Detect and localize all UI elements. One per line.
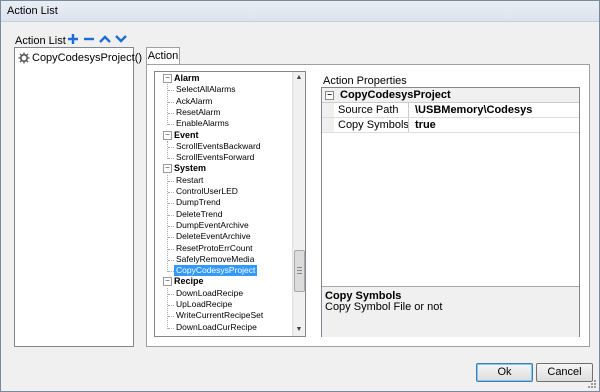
remove-icon[interactable] [82, 32, 96, 46]
property-key: Copy Symbols [338, 119, 409, 131]
tree-item[interactable]: DeleteEventArchive [176, 231, 251, 242]
tree-item[interactable]: DownLoadRecipe [176, 288, 243, 299]
scroll-up-icon[interactable]: ▲ [295, 74, 303, 82]
gear-icon [18, 52, 30, 64]
description-text: Copy Symbol File or not [325, 301, 443, 313]
collapse-icon[interactable]: − [163, 74, 172, 83]
property-group-header[interactable]: − CopyCodesysProject [322, 88, 579, 103]
tree-item[interactable]: UpLoadRecipe [176, 299, 232, 310]
action-list[interactable]: CopyCodesysProject() [14, 47, 142, 347]
tree-category-event[interactable]: Event [174, 130, 199, 141]
property-row-source-path[interactable]: Source Path \USBMemory\Codesys [322, 103, 579, 118]
add-icon[interactable] [66, 32, 80, 46]
property-grid[interactable]: − CopyCodesysProject Source Path \USBMem… [321, 87, 580, 337]
tab-action[interactable]: Action [146, 47, 180, 65]
move-down-icon[interactable] [114, 32, 128, 46]
tree-item[interactable]: SafelyRemoveMedia [176, 254, 254, 265]
tree-item[interactable]: ResetAlarm [176, 107, 220, 118]
property-value[interactable]: true [415, 118, 436, 132]
tree-item[interactable]: Restart [176, 175, 203, 186]
action-list-label: Action List [15, 35, 66, 47]
collapse-icon[interactable]: − [163, 130, 172, 140]
window-title: Action List [7, 5, 58, 17]
resize-grip-icon[interactable] [587, 379, 597, 389]
property-group-name: CopyCodesysProject [340, 89, 451, 101]
tree-item[interactable]: DeleteTrend [176, 209, 222, 220]
ok-button[interactable]: Ok [476, 363, 533, 382]
list-item[interactable]: CopyCodesysProject() [18, 51, 142, 65]
collapse-icon[interactable]: − [163, 164, 172, 174]
action-properties-label: Action Properties [323, 75, 407, 87]
tree-item[interactable]: CopyCodesysProject [174, 265, 258, 277]
collapse-icon[interactable]: − [325, 91, 334, 100]
tree-scrollbar[interactable]: ▲ ▼ [292, 72, 305, 336]
tree-item[interactable]: ScrollEventsBackward [176, 141, 261, 152]
property-value[interactable]: \USBMemory\Codesys [415, 103, 532, 117]
property-row-copy-symbols[interactable]: Copy Symbols true [322, 118, 579, 133]
list-item-label: CopyCodesysProject() [32, 52, 143, 64]
tree-item[interactable]: DumpEventArchive [176, 220, 249, 231]
tree-item[interactable]: WriteCurrentRecipeSet [176, 310, 263, 321]
tree-content: − Alarm SelectAllAlarms AckAlarm ResetAlarm E… [155, 72, 293, 336]
tree-item[interactable]: EnableAlarms [176, 118, 229, 129]
tree-item[interactable]: ControlUserLED [176, 186, 238, 197]
tree-item[interactable]: SelectAllAlarms [176, 84, 236, 95]
action-tree[interactable]: − Alarm SelectAllAlarms AckAlarm ResetAlarm E… [154, 71, 306, 337]
scroll-thumb[interactable] [294, 250, 305, 292]
title-bar: Action List [1, 1, 599, 22]
tree-category-recipe[interactable]: Recipe [174, 276, 204, 287]
tree-item[interactable]: DumpTrend [176, 197, 221, 208]
tree-item[interactable]: ScrollEventsForward [176, 152, 254, 163]
tree-item[interactable]: DownLoadCurRecipe [176, 322, 257, 333]
move-up-icon[interactable] [98, 32, 112, 46]
property-key: Source Path [338, 104, 399, 116]
tree-item[interactable]: ResetProtoErrCount [176, 243, 253, 254]
tree-category-alarm[interactable]: Alarm [174, 73, 200, 84]
action-list-dialog: Action List Action List CopyCodesysProje… [0, 0, 600, 392]
tree-item[interactable]: AckAlarm [176, 96, 212, 107]
tree-category-system[interactable]: System [174, 163, 206, 174]
cancel-button[interactable]: Cancel [536, 363, 593, 382]
scroll-down-icon[interactable]: ▼ [295, 326, 303, 334]
collapse-icon[interactable]: − [163, 277, 172, 287]
property-description: Copy Symbols Copy Symbol File or not [322, 286, 579, 337]
